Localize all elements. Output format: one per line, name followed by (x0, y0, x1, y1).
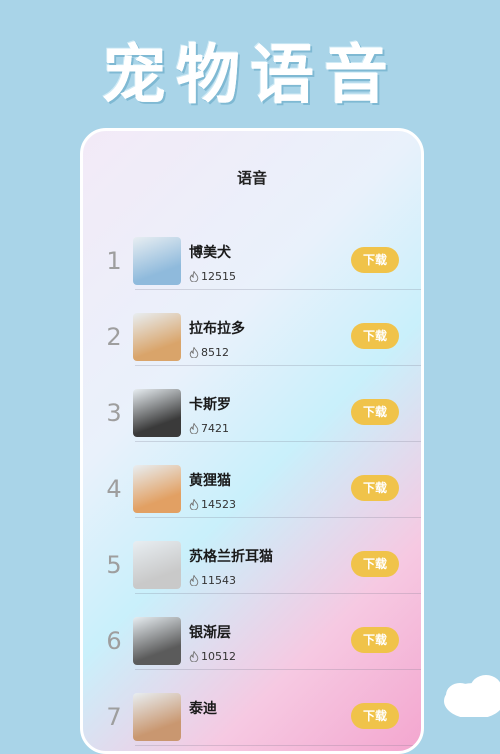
play-count-value: 7421 (201, 422, 229, 435)
play-count: 7421 (189, 422, 229, 435)
row-divider (135, 517, 421, 518)
download-button[interactable]: 下载 (351, 323, 399, 349)
rank-number: 4 (106, 475, 122, 503)
list-item[interactable]: 6 银渐层 10512 下载 (83, 613, 421, 689)
phone-screen: 语音 1 博美犬 12515 下载 2 拉布拉多 8512 下载 3 卡斯罗 7421 下载 4 黄狸猫 1… (80, 128, 424, 754)
download-button[interactable]: 下载 (351, 627, 399, 653)
download-button[interactable]: 下载 (351, 247, 399, 273)
play-count-value: 12515 (201, 270, 236, 283)
play-count-value: 10512 (201, 650, 236, 663)
pet-name: 黄狸猫 (189, 473, 231, 489)
rank-number: 7 (106, 703, 122, 731)
play-count-value: 8512 (201, 346, 229, 359)
rank-number: 1 (106, 247, 122, 275)
rank-number: 5 (106, 551, 122, 579)
flame-icon (189, 651, 199, 662)
pet-thumbnail (133, 237, 181, 285)
pet-name: 拉布拉多 (189, 321, 245, 337)
flame-icon (189, 423, 199, 434)
flame-icon (189, 347, 199, 358)
row-divider (135, 441, 421, 442)
pet-name: 卡斯罗 (189, 397, 231, 413)
pet-thumbnail (133, 465, 181, 513)
list-item[interactable]: 2 拉布拉多 8512 下载 (83, 309, 421, 385)
pet-thumbnail (133, 389, 181, 437)
row-divider (135, 593, 421, 594)
list-item[interactable]: 5 苏格兰折耳猫 11543 下载 (83, 537, 421, 613)
play-count: 12515 (189, 270, 236, 283)
list-item[interactable]: 3 卡斯罗 7421 下载 (83, 385, 421, 461)
pet-thumbnail (133, 693, 181, 741)
row-divider (135, 289, 421, 290)
headline: 宠物语音 (102, 39, 398, 113)
rank-number: 6 (106, 627, 122, 655)
row-divider (135, 669, 421, 670)
download-button[interactable]: 下载 (351, 703, 399, 729)
list-item[interactable]: 7 泰迪 下载 (83, 689, 421, 751)
row-divider (135, 365, 421, 366)
voice-list: 1 博美犬 12515 下载 2 拉布拉多 8512 下载 3 卡斯罗 7421 下载 4 黄狸猫 1452… (83, 233, 421, 751)
play-count-value: 14523 (201, 498, 236, 511)
play-count: 14523 (189, 498, 236, 511)
pet-name: 银渐层 (189, 625, 231, 641)
play-count: 10512 (189, 650, 236, 663)
pet-name: 泰迪 (189, 701, 217, 717)
list-item[interactable]: 1 博美犬 12515 下载 (83, 233, 421, 309)
play-count: 11543 (189, 574, 236, 587)
download-button[interactable]: 下载 (351, 551, 399, 577)
cloud-decoration (444, 675, 500, 717)
flame-icon (189, 575, 199, 586)
flame-icon (189, 271, 199, 282)
page-title: 语音 (236, 169, 267, 187)
flame-icon (189, 499, 199, 510)
pet-name: 苏格兰折耳猫 (189, 549, 273, 565)
pet-thumbnail (133, 541, 181, 589)
pet-thumbnail (133, 617, 181, 665)
row-divider (135, 745, 421, 746)
download-button[interactable]: 下载 (351, 475, 399, 501)
list-item[interactable]: 4 黄狸猫 14523 下载 (83, 461, 421, 537)
play-count-value: 11543 (201, 574, 236, 587)
download-button[interactable]: 下载 (351, 399, 399, 425)
play-count: 8512 (189, 346, 229, 359)
rank-number: 3 (106, 399, 122, 427)
pet-thumbnail (133, 313, 181, 361)
pet-name: 博美犬 (189, 245, 231, 261)
rank-number: 2 (106, 323, 122, 351)
